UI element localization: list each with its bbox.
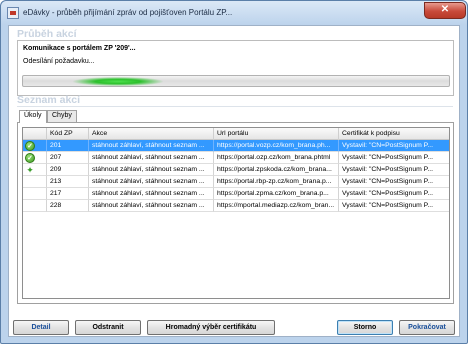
cell-code: 213 — [47, 176, 89, 188]
cell-action: stáhnout záhlaví, stáhnout seznam ... — [89, 176, 214, 188]
tab-ukoly[interactable]: Úkoly — [19, 110, 47, 123]
cell-code: 201 — [47, 140, 89, 152]
cell-action: stáhnout záhlaví, stáhnout seznam ... — [89, 140, 214, 152]
cell-code: 209 — [47, 164, 89, 176]
window-title: eDávky - průběh přijímání zpráv od pojiš… — [23, 8, 233, 17]
column-header-cert[interactable]: Certifikát k podpisu — [339, 128, 449, 140]
table-row[interactable]: ✓ 207 stáhnout záhlaví, stáhnout seznam … — [23, 152, 449, 164]
check-icon: ✓ — [25, 153, 35, 163]
cell-url: https://portal.ozp.cz/kom_brana.phtml — [214, 152, 339, 164]
dialog-client-area: Průběh akcí Komunikace s portálem ZP '20… — [8, 25, 460, 337]
cell-code: 217 — [47, 188, 89, 200]
section-divider — [17, 106, 453, 107]
edavky-window: eDávky - průběh přijímání zpráv od pojiš… — [0, 0, 468, 344]
continue-button[interactable]: Pokračovat — [399, 320, 455, 335]
cell-url: https://portal.zpskoda.cz/kom_brana... — [214, 164, 339, 176]
table-row[interactable]: ✦ 209 stáhnout záhlaví, stáhnout seznam … — [23, 164, 449, 176]
cell-action: stáhnout záhlaví, stáhnout seznam ... — [89, 200, 214, 212]
cell-action: stáhnout záhlaví, stáhnout seznam ... — [89, 152, 214, 164]
remove-button[interactable]: Odstranit — [75, 320, 141, 335]
progress-panel: Komunikace s portálem ZP '209'... Odesíl… — [17, 40, 454, 96]
row-status-cell: ✦ — [23, 164, 47, 176]
column-header-icon — [23, 128, 47, 140]
cell-cert: Vystavil: "CN=PostSignum P... — [339, 200, 449, 212]
cell-cert: Vystavil: "CN=PostSignum P... — [339, 176, 449, 188]
cell-code: 207 — [47, 152, 89, 164]
cell-url: https://portal.vozp.cz/kom_brana.ph... — [214, 140, 339, 152]
row-status-cell: ✓ — [23, 152, 47, 164]
close-button[interactable]: ✕ — [424, 2, 466, 19]
check-icon: ✓ — [25, 141, 35, 151]
cell-cert: Vystavil: "CN=PostSignum P... — [339, 152, 449, 164]
detail-button[interactable]: Detail — [13, 320, 69, 335]
row-status-cell — [23, 176, 47, 188]
tab-chyby[interactable]: Chyby — [47, 110, 77, 122]
cell-url: https://portal.zpma.cz/kom_brana.p... — [214, 188, 339, 200]
cancel-button[interactable]: Storno — [337, 320, 393, 335]
column-header-action[interactable]: Akce — [89, 128, 214, 140]
actions-tabs: Úkoly Chyby Kód ZP Akce Url portálu Cert… — [17, 110, 454, 304]
grid-header: Kód ZP Akce Url portálu Certifikát k pod… — [23, 128, 449, 140]
app-icon — [7, 7, 19, 19]
bulk-certificate-button[interactable]: Hromadný výběr certifikátu — [147, 320, 275, 335]
table-row[interactable]: 228 stáhnout záhlaví, stáhnout seznam ..… — [23, 200, 449, 212]
progress-bar — [22, 75, 450, 87]
row-status-cell — [23, 200, 47, 212]
cell-cert: Vystavil: "CN=PostSignum P... — [339, 140, 449, 152]
cell-code: 228 — [47, 200, 89, 212]
table-row[interactable]: ✓ 201 stáhnout záhlaví, stáhnout seznam … — [23, 140, 449, 152]
table-row[interactable]: 213 stáhnout záhlaví, stáhnout seznam ..… — [23, 176, 449, 188]
progress-status-text: Odesílání požadavku... — [23, 58, 95, 65]
progress-indicator — [73, 77, 163, 86]
progress-task-title: Komunikace s portálem ZP '209'... — [23, 45, 136, 52]
actions-section-title: Seznam akcí — [17, 94, 81, 106]
column-header-code[interactable]: Kód ZP — [47, 128, 89, 140]
row-status-cell: ✓ — [23, 140, 47, 152]
tab-panel-ukoly: Kód ZP Akce Url portálu Certifikát k pod… — [17, 122, 454, 304]
cell-action: stáhnout záhlaví, stáhnout seznam ... — [89, 188, 214, 200]
actions-grid: Kód ZP Akce Url portálu Certifikát k pod… — [22, 127, 450, 299]
progress-section-title: Průběh akcí — [17, 28, 77, 40]
cell-cert: Vystavil: "CN=PostSignum P... — [339, 188, 449, 200]
cell-action: stáhnout záhlaví, stáhnout seznam ... — [89, 164, 214, 176]
close-icon: ✕ — [440, 4, 450, 15]
cell-url: https://portal.rbp-zp.cz/kom_brana.p... — [214, 176, 339, 188]
cell-url: https://mportal.mediazp.cz/kom_bran... — [214, 200, 339, 212]
row-status-cell — [23, 188, 47, 200]
running-icon: ✦ — [26, 165, 34, 175]
cell-cert: Vystavil: "CN=PostSignum P... — [339, 164, 449, 176]
table-row[interactable]: 217 stáhnout záhlaví, stáhnout seznam ..… — [23, 188, 449, 200]
column-header-url[interactable]: Url portálu — [214, 128, 339, 140]
title-bar[interactable]: eDávky - průběh přijímání zpráv od pojiš… — [1, 1, 467, 25]
